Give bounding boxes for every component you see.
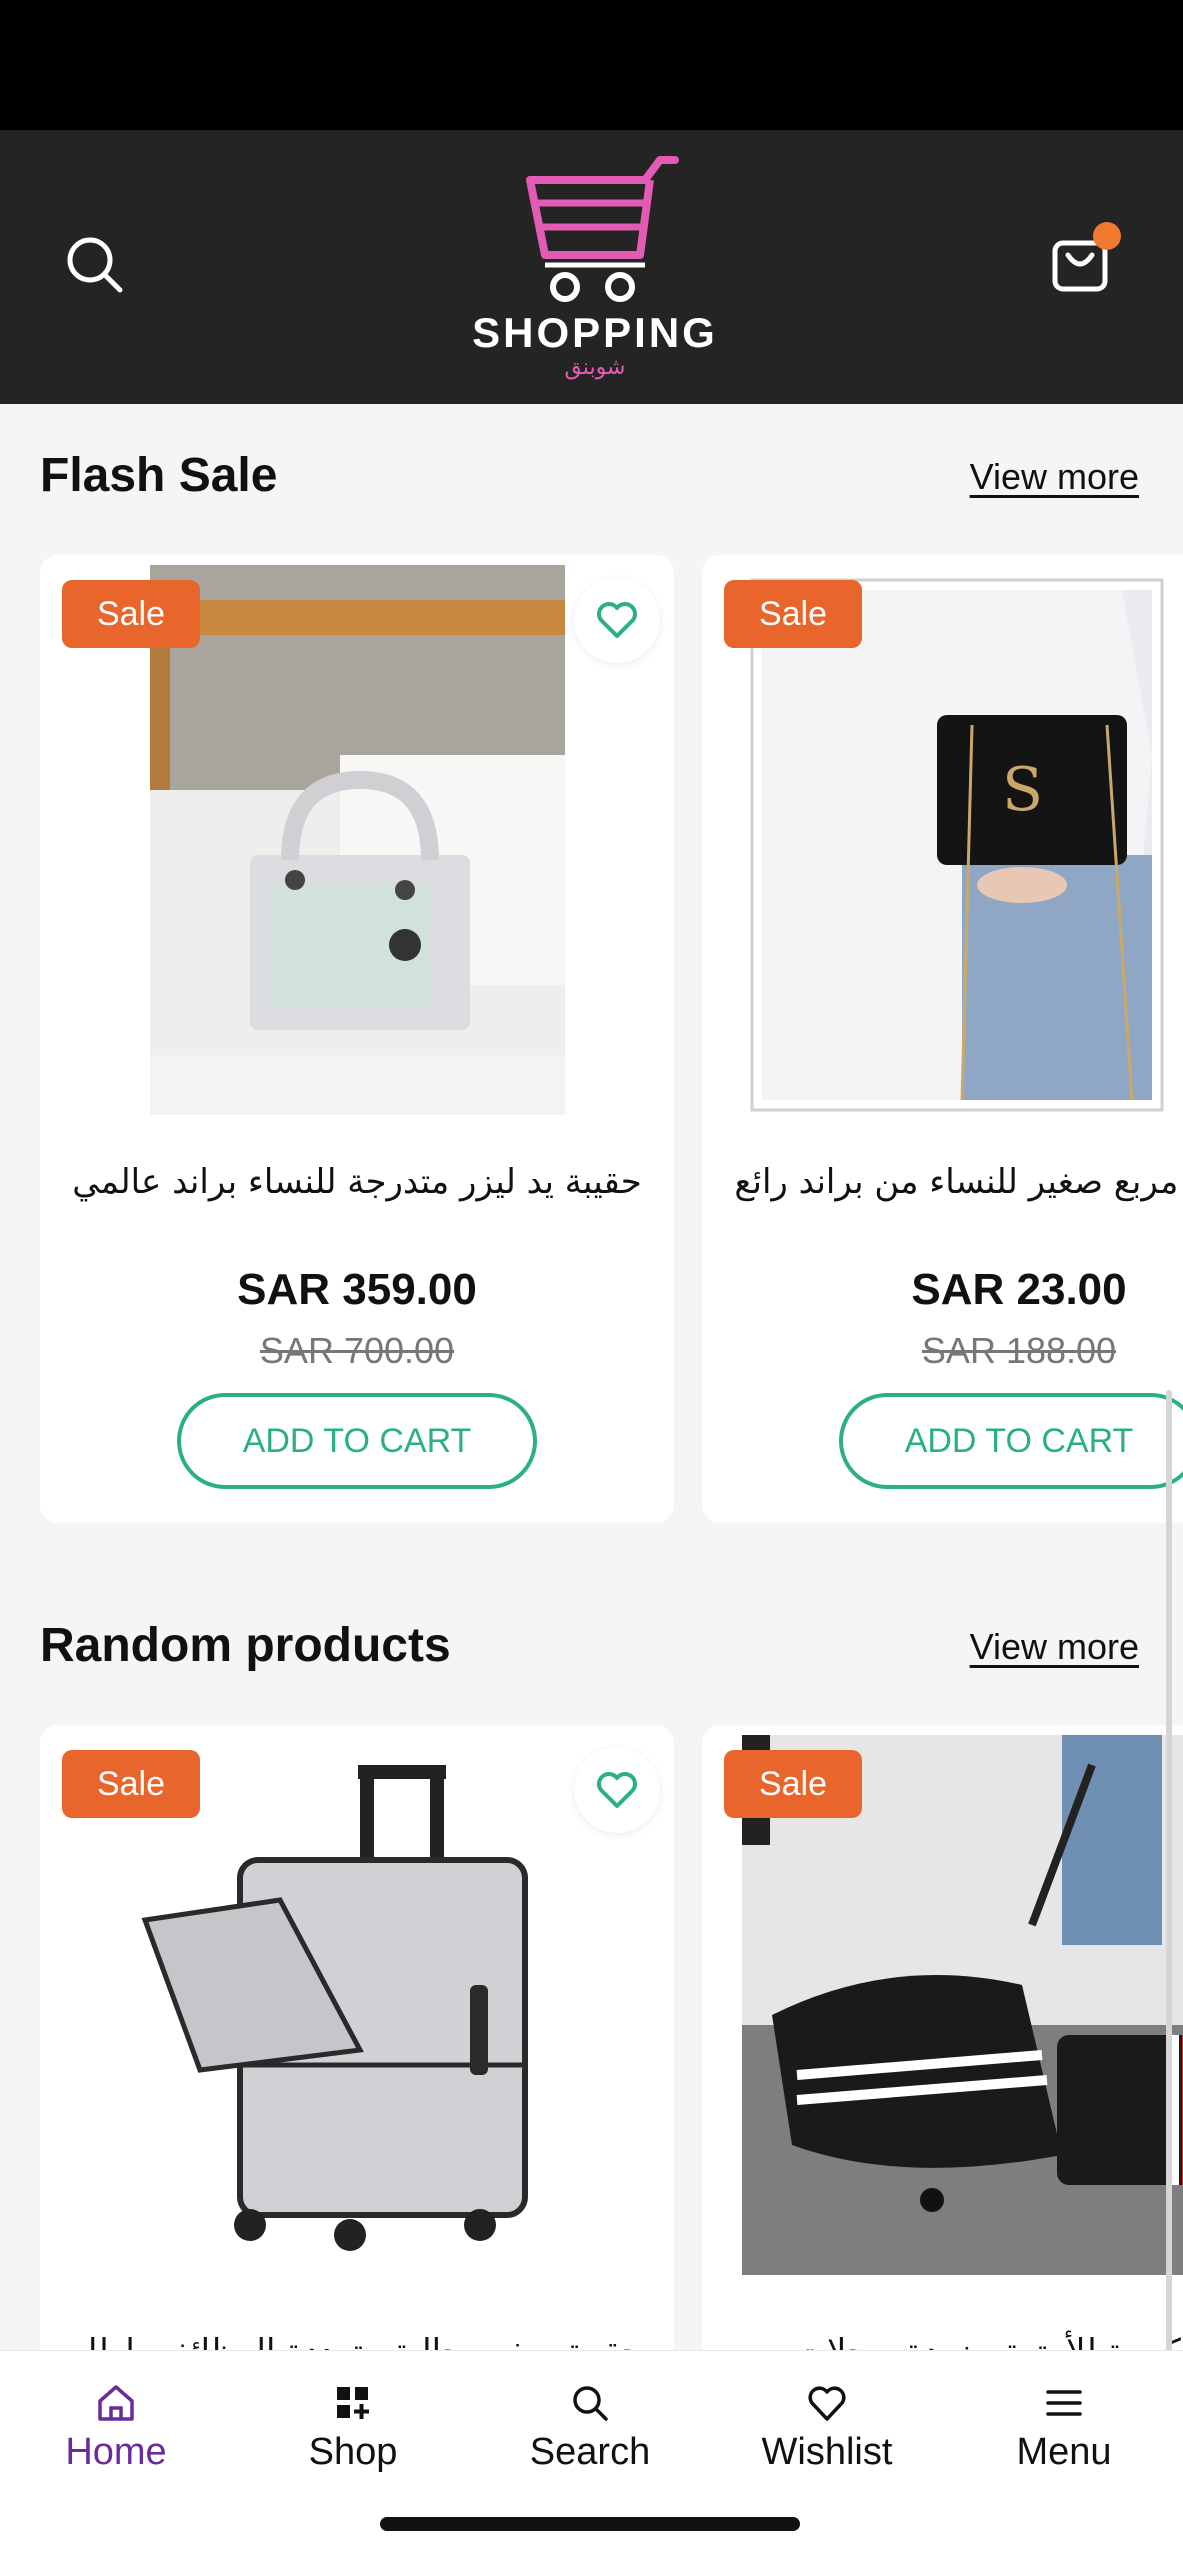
svg-text:S: S bbox=[1002, 755, 1043, 825]
sale-badge: Sale bbox=[62, 1750, 200, 1818]
brand-name: SHOPPING bbox=[472, 309, 718, 356]
product-price: SAR 359.00 bbox=[237, 1265, 477, 1314]
wishlist-button[interactable] bbox=[574, 577, 660, 663]
product-old-price: SAR 700.00 bbox=[259, 1330, 455, 1371]
grid-icon bbox=[337, 2387, 369, 2419]
heart-icon bbox=[808, 2386, 846, 2421]
nav-shop-label: Shop bbox=[308, 2431, 398, 2473]
home-icon bbox=[98, 2385, 134, 2421]
cart-badge bbox=[1093, 222, 1121, 250]
heart-icon bbox=[597, 1772, 637, 1808]
cart-logo-icon bbox=[526, 156, 679, 302]
nav-menu[interactable]: Menu bbox=[964, 2381, 1164, 2474]
menu-icon bbox=[1046, 2390, 1082, 2416]
status-bar bbox=[0, 0, 1183, 130]
heart-icon bbox=[597, 602, 637, 638]
product-card[interactable]: Sale حقيبة يد ليزر متدرجة للنساء براند ع… bbox=[40, 555, 674, 1523]
add-to-cart-button[interactable]: ADD TO CART bbox=[177, 1393, 537, 1489]
add-to-cart-button[interactable]: ADD TO CART bbox=[839, 1393, 1183, 1489]
wishlist-button[interactable] bbox=[574, 1747, 660, 1833]
random-products-view-more-link[interactable]: View more bbox=[970, 1626, 1139, 1668]
nav-home[interactable]: Home bbox=[16, 2381, 216, 2474]
scrollbar[interactable] bbox=[1166, 1390, 1172, 2490]
app-header: SHOPPING شوبنق bbox=[0, 130, 1183, 404]
product-name[interactable]: وسبودي مربع صغير للنساء من براند رائع bbox=[732, 1155, 1183, 1209]
product-card[interactable]: Sale لات كبيرة للأمتعة مزودة بعجلات bbox=[702, 1725, 1183, 2425]
nav-home-label: Home bbox=[65, 2431, 167, 2473]
header-search-button[interactable] bbox=[60, 230, 130, 300]
sale-badge: Sale bbox=[724, 1750, 862, 1818]
shopping-logo[interactable]: SHOPPING شوبنق bbox=[460, 155, 730, 385]
product-name[interactable]: حقيبة يد ليزر متدرجة للنساء براند عالمي bbox=[70, 1155, 644, 1209]
search-icon bbox=[67, 237, 123, 293]
nav-search[interactable]: Search bbox=[490, 2381, 690, 2474]
bottom-navigation: Home Shop Search Wishlist Menu bbox=[0, 2350, 1183, 2560]
sale-badge: Sale bbox=[62, 580, 200, 648]
app-screen: SHOPPING شوبنق Flash Sale View more Sale… bbox=[0, 130, 1183, 2560]
product-price: SAR 23.00 bbox=[911, 1265, 1127, 1314]
nav-menu-label: Menu bbox=[1016, 2431, 1112, 2473]
flash-sale-title: Flash Sale bbox=[40, 449, 278, 502]
nav-search-label: Search bbox=[529, 2431, 651, 2473]
product-card[interactable]: Sale حقيبة سفر رحالية متعددة الوظائف باط… bbox=[40, 1725, 674, 2425]
nav-shop[interactable]: Shop bbox=[253, 2381, 453, 2474]
product-card[interactable]: S Sale وسبودي مربع صغير للنساء من براند … bbox=[702, 555, 1183, 1523]
nav-wishlist[interactable]: Wishlist bbox=[727, 2381, 927, 2474]
product-old-price: SAR 188.00 bbox=[921, 1330, 1117, 1371]
sale-badge: Sale bbox=[724, 580, 862, 648]
brand-name-arabic: شوبنق bbox=[564, 355, 626, 380]
flash-sale-view-more-link[interactable]: View more bbox=[970, 456, 1139, 498]
home-indicator-bar bbox=[380, 2517, 800, 2531]
nav-wishlist-label: Wishlist bbox=[761, 2431, 893, 2473]
random-products-title: Random products bbox=[40, 1619, 451, 1672]
search-icon bbox=[573, 2386, 608, 2421]
